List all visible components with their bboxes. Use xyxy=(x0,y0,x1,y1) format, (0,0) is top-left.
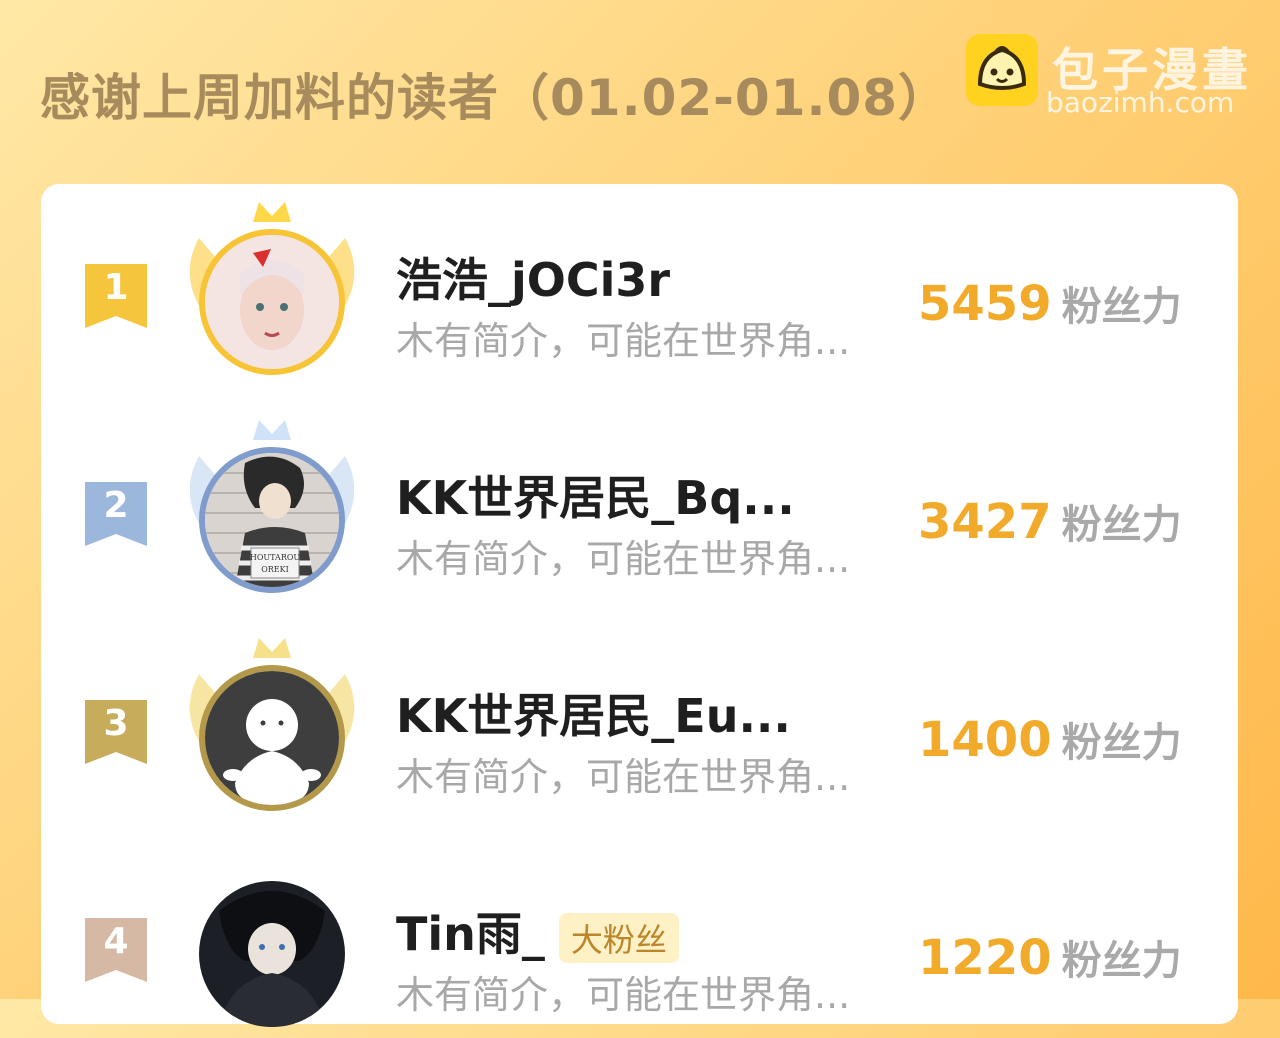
fan-score-value: 1400 xyxy=(918,712,1052,768)
bun-face-icon xyxy=(966,34,1038,106)
bio: 木有简介，可能在世界角... xyxy=(396,319,851,363)
rank-number: 2 xyxy=(103,485,129,526)
fan-score: 3427 粉丝力 xyxy=(918,492,1182,550)
leaderboard-row[interactable]: 3 KK世界居民_Eu... 木有简介，可能在世界角... 1400 粉丝力 xyxy=(41,630,1238,820)
sign-line-1: HOUTAROU xyxy=(250,553,301,562)
avatar[interactable] xyxy=(199,665,345,811)
username-text: Tin雨_ xyxy=(396,907,545,961)
rank-flag-icon: 1 xyxy=(85,264,147,328)
rank-number: 3 xyxy=(103,703,129,744)
fan-score: 1220 粉丝力 xyxy=(918,928,1182,986)
fan-score: 1400 粉丝力 xyxy=(918,710,1182,768)
leaderboard-row[interactable]: 2 HOUTAROU OREKI KK世界居民_Bq... 木有简介，可能在世界… xyxy=(41,412,1238,602)
username[interactable]: 浩浩_jOCi3r xyxy=(396,244,670,310)
avatar[interactable] xyxy=(199,881,345,1027)
fan-score-unit: 粉丝力 xyxy=(1061,938,1182,984)
fan-tag-badge: 大粉丝 xyxy=(558,912,679,963)
fan-score-unit: 粉丝力 xyxy=(1061,284,1182,330)
watermark-url: baozimh.com xyxy=(1046,86,1235,119)
rank-number: 1 xyxy=(103,267,129,308)
bio: 木有简介，可能在世界角... xyxy=(396,537,851,581)
bio: 木有简介，可能在世界角... xyxy=(396,973,851,1017)
avatar[interactable]: HOUTAROU OREKI xyxy=(199,447,345,593)
leaderboard-row[interactable]: 4 Tin雨_ 大粉丝 木有简介，可能在世界角... 1220 粉丝力 xyxy=(41,848,1238,1038)
fan-score-unit: 粉丝力 xyxy=(1061,720,1182,766)
username[interactable]: KK世界居民_Eu... xyxy=(396,680,791,746)
avatar[interactable] xyxy=(199,229,345,375)
sign-line-2: OREKI xyxy=(261,565,289,574)
fan-score-value: 3427 xyxy=(918,494,1052,550)
bio: 木有简介，可能在世界角... xyxy=(396,755,851,799)
watermark: 包子漫畫 baozimh.com xyxy=(966,34,1266,119)
fan-score-value: 1220 xyxy=(918,930,1052,986)
leaderboard-row[interactable]: 1 浩浩_jOCi3r 木有简介，可能在世界角... 5459 粉丝力 xyxy=(41,194,1238,384)
fan-score: 5459 粉丝力 xyxy=(918,274,1182,332)
page-title: 感谢上周加料的读者（01.02-01.08） xyxy=(40,69,950,127)
fan-score-value: 5459 xyxy=(918,276,1052,332)
rank-flag-icon: 4 xyxy=(85,918,147,982)
rank-flag-icon: 2 xyxy=(85,482,147,546)
rank-number: 4 xyxy=(103,921,129,962)
username[interactable]: KK世界居民_Bq... xyxy=(396,462,795,528)
fan-score-unit: 粉丝力 xyxy=(1061,502,1182,548)
rank-flag-icon: 3 xyxy=(85,700,147,764)
username[interactable]: Tin雨_ 大粉丝 xyxy=(396,898,679,964)
leaderboard-card: 1 浩浩_jOCi3r 木有简介，可能在世界角... 5459 粉丝力 2 HO… xyxy=(41,184,1238,1027)
